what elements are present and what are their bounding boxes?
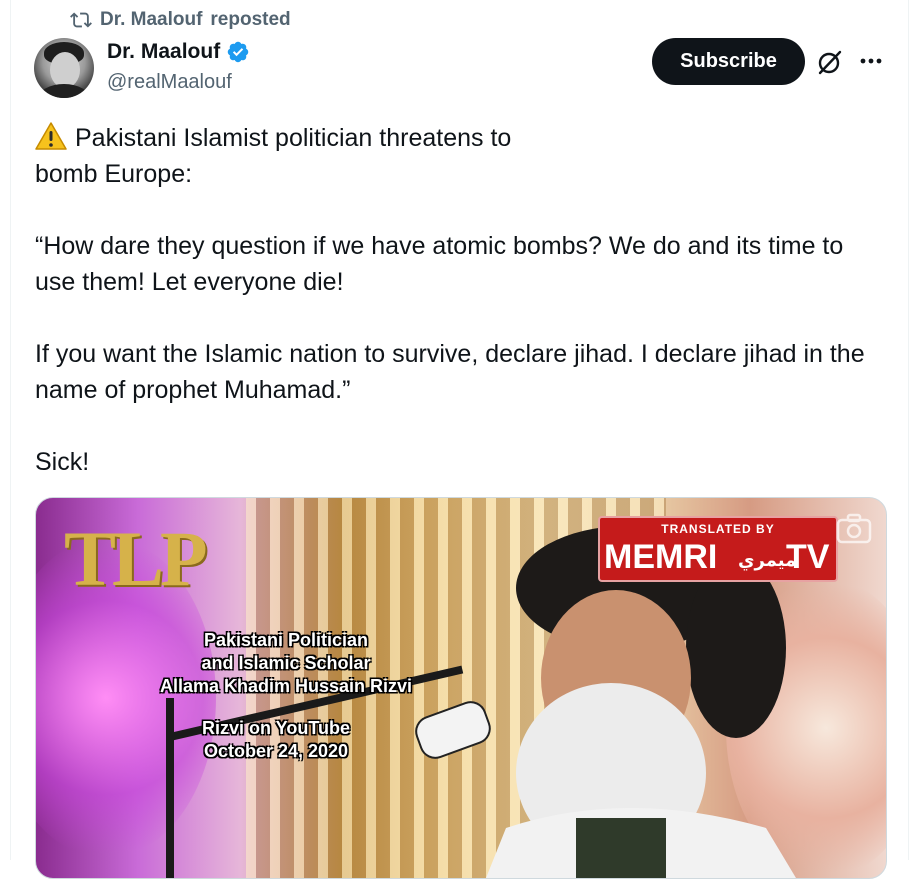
subscribe-button[interactable]: Subscribe [652, 38, 805, 85]
more-icon[interactable] [858, 48, 884, 74]
video-caption-title: Pakistani Politician and Islamic Scholar… [159, 630, 413, 696]
tweet-line-1: Pakistani Islamist politician threatens … [35, 122, 512, 188]
tweet-line-2: “How dare they question if we have atomi… [35, 232, 851, 296]
camera-icon [836, 513, 872, 544]
repost-name[interactable]: Dr. Maalouf [100, 9, 202, 31]
verified-badge-icon[interactable] [226, 40, 250, 64]
video-media[interactable]: TLP TRANSLATED BY MEMRI ميمري TV Pakista… [35, 497, 887, 879]
video-caption-source: Rizvi on YouTube October 24, 2020 [202, 718, 350, 761]
display-name[interactable]: Dr. Maalouf [107, 40, 220, 64]
author-name-row: Dr. Maalouf [107, 40, 250, 64]
author-handle[interactable]: @realMaalouf [107, 71, 232, 94]
memri-logo: TRANSLATED BY MEMRI ميمري TV [598, 516, 838, 582]
repost-label: reposted [210, 9, 291, 30]
avatar[interactable] [34, 38, 94, 98]
tweet-line-4: Sick! [35, 448, 90, 476]
grok-icon[interactable] [816, 48, 844, 76]
tweet-text: Pakistani Islamist politician threatens … [35, 120, 885, 480]
tweet-line-3: If you want the Islamic nation to surviv… [35, 340, 872, 404]
tlp-watermark: TLP [64, 515, 208, 602]
warning-icon [35, 122, 67, 150]
repost-icon [70, 12, 92, 28]
repost-indicator: Dr. Maalouf reposted [70, 8, 291, 32]
